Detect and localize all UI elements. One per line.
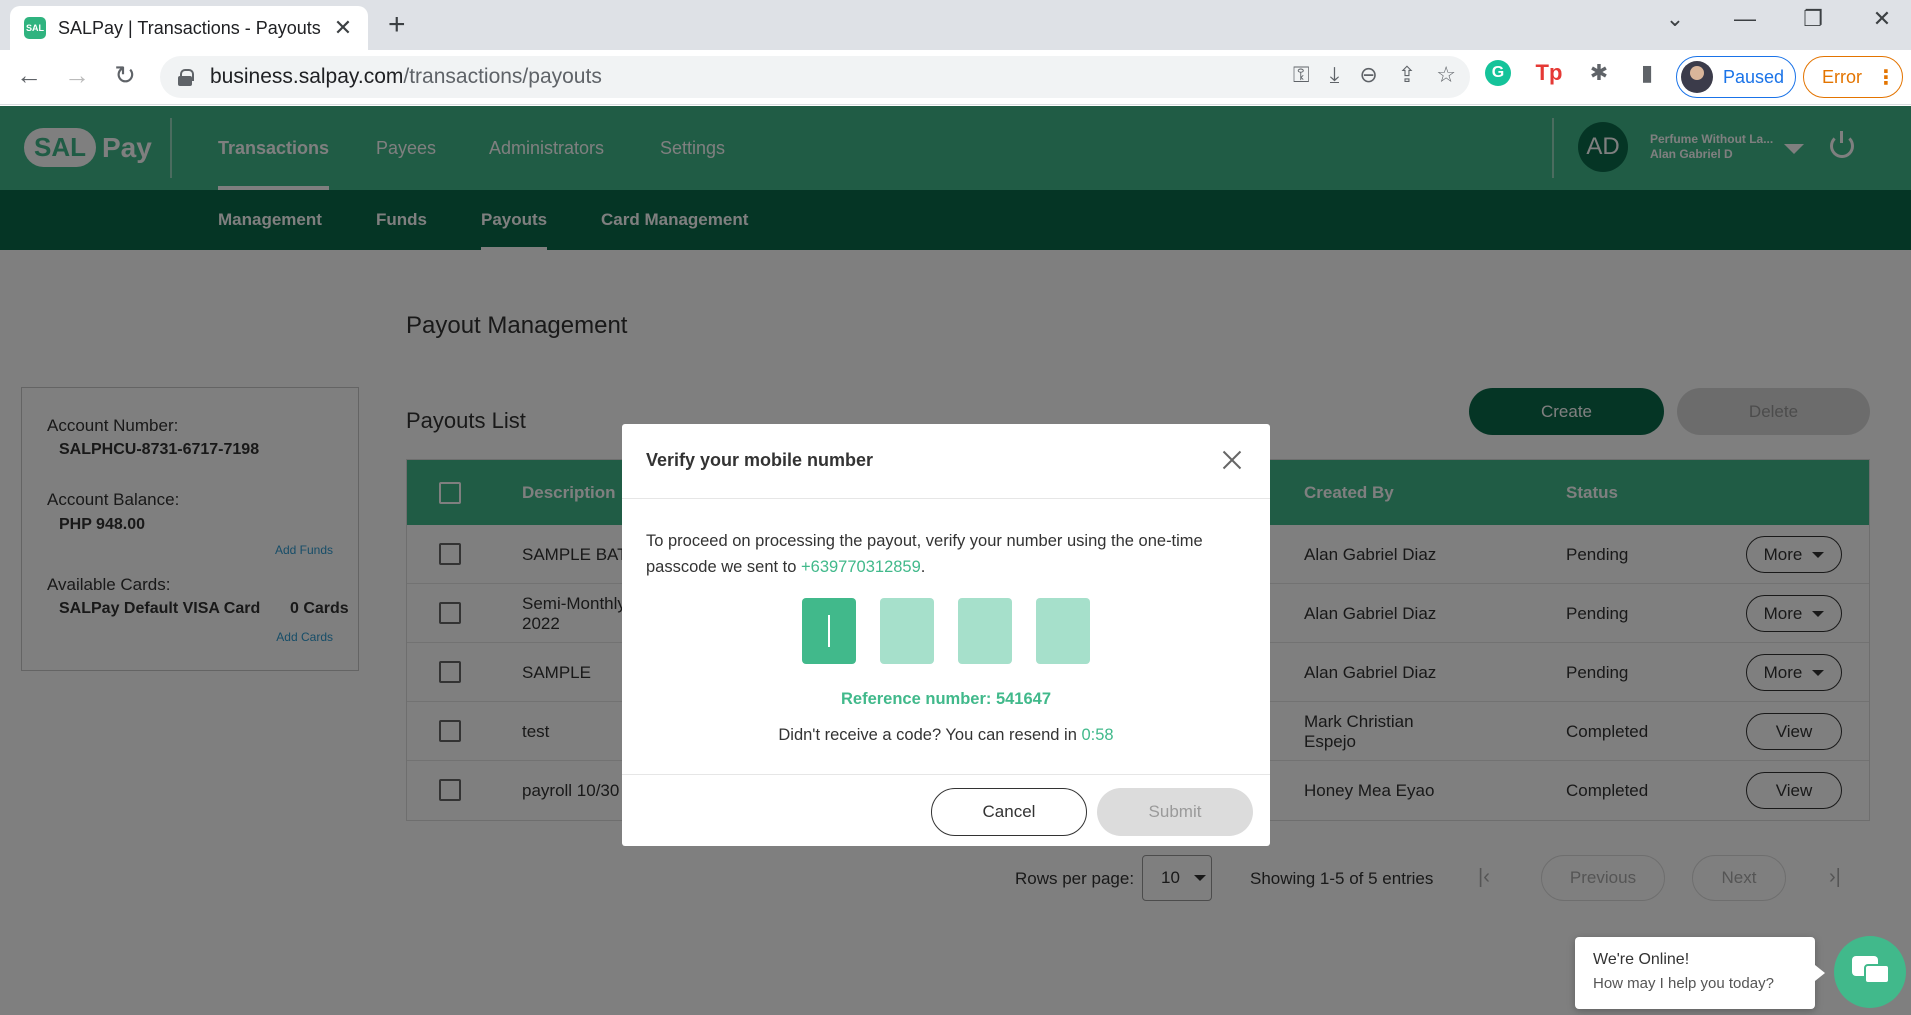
tab-title: SALPay | Transactions - Payouts xyxy=(58,17,321,38)
modal-instructions: To proceed on processing the payout, ver… xyxy=(646,532,1203,576)
back-arrow-icon[interactable]: ← xyxy=(12,60,46,91)
verify-mobile-modal: Verify your mobile number To proceed on … xyxy=(622,424,1270,846)
otp-digit-4[interactable] xyxy=(1036,598,1090,664)
key-icon[interactable]: ⚿ xyxy=(1293,62,1310,88)
close-icon[interactable] xyxy=(1218,446,1246,474)
resend-text: Didn't receive a code? You can resend in… xyxy=(778,726,1114,744)
browser-tab-bar: SAL SALPay | Transactions - Payouts ✕ + … xyxy=(0,0,1911,50)
browser-tab[interactable]: SAL SALPay | Transactions - Payouts ✕ xyxy=(10,6,368,50)
restore-icon[interactable]: ❐ xyxy=(1793,6,1833,32)
modal-footer: Cancel Submit xyxy=(622,774,1270,846)
new-tab-icon[interactable]: + xyxy=(388,8,406,42)
otp-digit-3[interactable] xyxy=(958,598,1012,664)
zoom-icon[interactable]: ⊖ xyxy=(1359,62,1377,88)
chat-title: We're Online! xyxy=(1593,951,1690,968)
grammarly-icon[interactable]: G xyxy=(1485,60,1511,86)
install-icon[interactable]: ⤓ xyxy=(1330,62,1340,88)
salpay-favicon-icon: SAL xyxy=(24,17,46,39)
tab-close-icon[interactable]: ✕ xyxy=(332,15,354,41)
chat-button[interactable] xyxy=(1834,936,1906,1008)
profile-avatar xyxy=(1681,61,1713,93)
forward-arrow-icon[interactable]: → xyxy=(60,60,94,91)
extensions-puzzle-icon[interactable]: ✱ xyxy=(1582,56,1616,90)
chat-subtitle: How may I help you today? xyxy=(1593,975,1774,992)
lock-icon xyxy=(178,69,194,86)
modal-header: Verify your mobile number xyxy=(622,424,1270,499)
close-window-icon[interactable]: ✕ xyxy=(1862,6,1902,32)
submit-button[interactable]: Submit xyxy=(1097,788,1253,836)
side-panel-icon[interactable]: ▮ xyxy=(1630,56,1664,90)
resend-timer: 0:58 xyxy=(1081,726,1114,744)
tp-extension-icon[interactable]: Tp xyxy=(1532,56,1566,90)
profile-paused-button[interactable]: Paused xyxy=(1676,56,1796,98)
reload-icon[interactable]: ↻ xyxy=(108,60,142,91)
share-icon[interactable]: ⇪ xyxy=(1398,62,1416,88)
minimize-icon[interactable]: — xyxy=(1725,6,1765,32)
url-text: business.salpay.com/transactions/payouts xyxy=(210,65,602,88)
more-vert-icon: ⋮ xyxy=(1876,66,1896,89)
cancel-button[interactable]: Cancel xyxy=(931,788,1087,836)
error-button[interactable]: Error ⋮ xyxy=(1803,56,1903,98)
address-bar: ← → ↻ business.salpay.com/transactions/p… xyxy=(0,50,1911,105)
url-field[interactable]: business.salpay.com/transactions/payouts… xyxy=(160,56,1470,98)
bookmark-star-icon[interactable]: ☆ xyxy=(1436,62,1456,88)
reference-number: Reference number: 541647 xyxy=(840,690,1052,708)
otp-digit-1[interactable] xyxy=(802,598,856,664)
tab-search-chevron-icon[interactable]: ⌄ xyxy=(1655,6,1695,32)
modal-title: Verify your mobile number xyxy=(646,450,874,470)
otp-digit-2[interactable] xyxy=(880,598,934,664)
phone-number: +639770312859 xyxy=(801,558,921,576)
chat-greeting-bubble[interactable]: We're Online! How may I help you today? xyxy=(1575,937,1825,1009)
